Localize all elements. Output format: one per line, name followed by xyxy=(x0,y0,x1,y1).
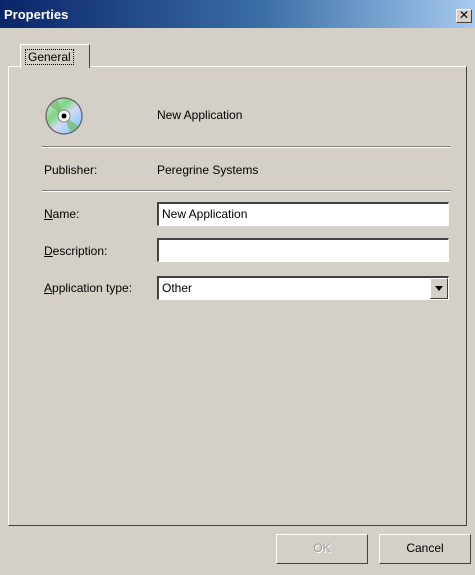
divider-top xyxy=(42,146,451,148)
cd-disc-icon xyxy=(45,97,83,135)
publisher-value: Peregrine Systems xyxy=(157,163,259,177)
name-field[interactable]: New Application xyxy=(157,202,449,226)
publisher-label: Publisher: xyxy=(44,163,98,177)
name-label: Name: xyxy=(44,207,80,221)
dropdown-arrow-icon[interactable] xyxy=(430,278,448,299)
application-type-select[interactable]: Other xyxy=(157,276,449,300)
ok-button[interactable]: OK xyxy=(276,534,368,564)
tab-general[interactable]: General xyxy=(20,44,90,68)
divider-bottom xyxy=(42,190,451,192)
close-button[interactable]: ✕ xyxy=(456,9,472,23)
application-name-heading: New Application xyxy=(157,108,243,122)
description-field[interactable] xyxy=(157,238,449,262)
description-label: Description: xyxy=(44,244,108,258)
application-type-label: Application type: xyxy=(44,281,133,295)
title-bar[interactable]: Properties ✕ xyxy=(0,0,475,28)
close-icon: ✕ xyxy=(458,8,470,22)
properties-dialog: Properties ✕ General New Application Pub… xyxy=(0,0,475,575)
application-type-value: Other xyxy=(162,281,193,295)
tab-general-label: General xyxy=(25,49,74,65)
window-title: Properties xyxy=(4,7,69,22)
cancel-button[interactable]: Cancel xyxy=(379,534,471,564)
